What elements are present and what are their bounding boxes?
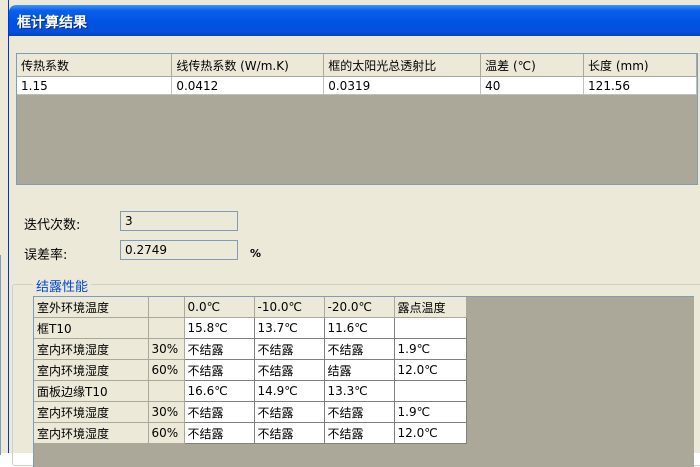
row-humidity: [148, 317, 185, 339]
cell: 16.6℃: [184, 380, 255, 402]
col-header-heat-transfer[interactable]: 传热系数: [17, 54, 173, 77]
cell: [394, 380, 467, 402]
cell-temp-diff: 40: [480, 76, 585, 95]
cell: 不结露: [324, 338, 395, 360]
cell-length: 121.56: [583, 76, 697, 95]
dew-header-temp-minus-10: -10.0℃: [254, 297, 325, 318]
row-label: 室内环境湿度: [34, 338, 149, 360]
row-humidity: 60%: [148, 422, 185, 444]
cell: 13.7℃: [254, 317, 325, 339]
dew-grid: 室外环境温度 0.0℃ -10.0℃ -20.0℃ 露点温度 框T10 15.8…: [34, 297, 467, 444]
cell: 不结露: [324, 422, 395, 444]
table-row[interactable]: 室内环境湿度 30% 不结露 不结露 不结露 1.9℃: [34, 338, 467, 360]
cell: 11.6℃: [324, 317, 395, 339]
dew-group-label: 结露性能: [33, 276, 92, 295]
table-row[interactable]: 室内环境湿度 60% 不结露 不结露 不结露 12.0℃: [34, 422, 467, 444]
cell-linear-heat-transfer: 0.0412: [171, 76, 325, 95]
row-humidity: 60%: [148, 359, 185, 381]
iterations-label: 迭代次数:: [24, 218, 81, 233]
row-humidity: 30%: [148, 401, 185, 423]
cell: 12.0℃: [394, 359, 467, 381]
cell: [394, 317, 467, 339]
cell: 不结露: [184, 338, 255, 360]
table-row[interactable]: 室内环境湿度 30% 不结露 不结露 不结露 1.9℃: [34, 401, 467, 423]
row-humidity: 30%: [148, 338, 185, 360]
row-label: 室内环境湿度: [34, 401, 149, 423]
dew-header-temp-0: 0.0℃: [184, 297, 255, 318]
cell: 1.9℃: [394, 338, 467, 360]
cell: 不结露: [324, 401, 395, 423]
dew-header-row: 室外环境温度 0.0℃ -10.0℃ -20.0℃ 露点温度: [34, 297, 467, 318]
dew-header-outdoor-temp: 室外环境温度: [34, 297, 149, 318]
cell: 不结露: [254, 422, 325, 444]
cell-heat-transfer: 1.15: [17, 76, 173, 95]
results-grid: 传热系数 线传热系数 (W/m.K) 框的太阳光总透射比 温差 (℃) 长度 (…: [17, 54, 697, 95]
cell: 13.3℃: [324, 380, 395, 402]
dew-grid-panel: 室外环境温度 0.0℃ -10.0℃ -20.0℃ 露点温度 框T10 15.8…: [33, 296, 694, 467]
table-row[interactable]: 室内环境湿度 60% 不结露 不结露 结露 12.0℃: [34, 359, 467, 381]
cell-solar-transmittance: 0.0319: [323, 76, 482, 95]
cell: 不结露: [184, 401, 255, 423]
error-rate-field: 0.2749: [120, 240, 238, 260]
cell: 不结露: [254, 359, 325, 381]
col-header-linear-heat-transfer[interactable]: 线传热系数 (W/m.K): [171, 54, 325, 77]
dew-header-humidity: [148, 297, 185, 318]
cell: 结露: [324, 359, 395, 381]
title-bar[interactable]: 框计算结果: [9, 5, 700, 36]
cell: 15.8℃: [184, 317, 255, 339]
row-label: 框T10: [34, 317, 149, 339]
row-label: 面板边缘T10: [34, 380, 149, 402]
iterations-field: 3: [120, 211, 238, 231]
cell: 12.0℃: [394, 422, 467, 444]
cell: 14.9℃: [254, 380, 325, 402]
table-row[interactable]: 面板边缘T10 16.6℃ 14.9℃ 13.3℃: [34, 380, 467, 402]
table-row[interactable]: 1.15 0.0412 0.0319 40 121.56: [17, 76, 697, 95]
row-label: 室内环境湿度: [34, 422, 149, 444]
background-window-edge: [0, 0, 8, 455]
dew-header-dew-point: 露点温度: [394, 297, 467, 318]
row-humidity: [148, 380, 185, 402]
results-header-row: 传热系数 线传热系数 (W/m.K) 框的太阳光总透射比 温差 (℃) 长度 (…: [17, 54, 697, 77]
cell: 不结露: [254, 401, 325, 423]
cell: 不结露: [184, 422, 255, 444]
cell: 不结露: [184, 359, 255, 381]
col-header-solar-transmittance[interactable]: 框的太阳光总透射比: [323, 54, 482, 77]
col-header-temp-diff[interactable]: 温差 (℃): [480, 54, 585, 77]
error-rate-label: 误差率:: [24, 248, 68, 263]
cell: 1.9℃: [394, 401, 467, 423]
table-row[interactable]: 框T10 15.8℃ 13.7℃ 11.6℃: [34, 317, 467, 339]
col-header-length[interactable]: 长度 (mm): [583, 54, 697, 77]
cell: 不结露: [254, 338, 325, 360]
dew-header-temp-minus-20: -20.0℃: [324, 297, 395, 318]
results-grid-panel: 传热系数 线传热系数 (W/m.K) 框的太阳光总透射比 温差 (℃) 长度 (…: [16, 53, 698, 185]
window-title: 框计算结果: [17, 15, 87, 31]
row-label: 室内环境湿度: [34, 359, 149, 381]
error-rate-unit: %: [250, 247, 262, 260]
